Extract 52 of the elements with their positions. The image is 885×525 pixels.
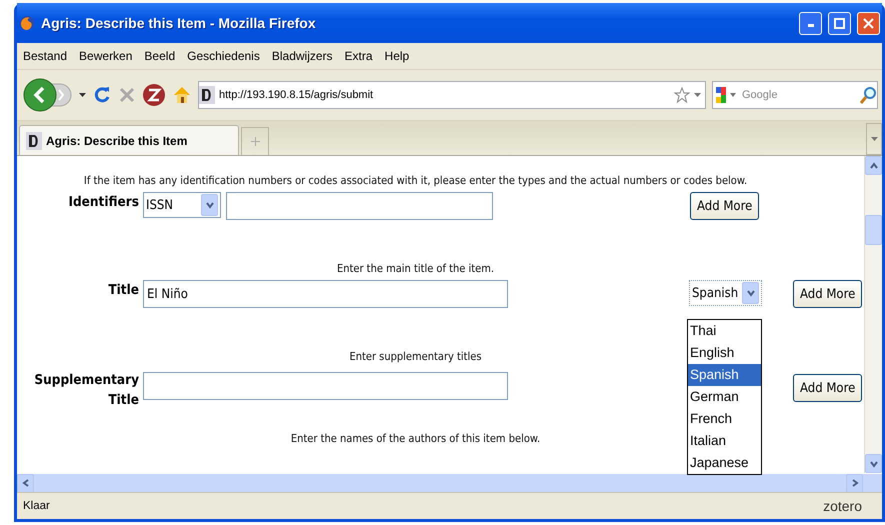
- instruction-text: Enter the main title of the item.: [336, 262, 494, 277]
- menu-item[interactable]: Geschiedenis: [187, 49, 260, 63]
- caret-icon: [870, 137, 878, 141]
- browser-tab[interactable]: Agris: Describe this Item: [19, 125, 239, 155]
- menu-item[interactable]: Bewerken: [79, 49, 132, 63]
- menu-item[interactable]: Help: [384, 49, 410, 63]
- instruction-text: Enter the names of the authors of this item below.: [290, 432, 540, 447]
- menu-item[interactable]: Extra: [344, 49, 373, 63]
- page-d-icon: [26, 132, 42, 150]
- z-icon[interactable]: [142, 83, 166, 107]
- field-label: Identifiers: [67, 193, 140, 212]
- status-text: Klaar: [23, 500, 50, 512]
- menu-item[interactable]: Beeld: [144, 49, 176, 63]
- browser-logo-icon: [19, 15, 35, 31]
- supplementary-title-input[interactable]: [143, 372, 508, 400]
- page-d-icon: [199, 86, 215, 104]
- identifier-type-select[interactable]: ISSN: [143, 192, 221, 218]
- dropdown-icon[interactable]: [694, 93, 701, 97]
- menu-item[interactable]: Bestand: [23, 49, 68, 63]
- field-label: Supplementary Title: [33, 371, 140, 410]
- back-button[interactable]: [23, 78, 73, 112]
- menu-item[interactable]: Bladwijzers: [272, 49, 333, 63]
- language-select[interactable]: Spanish: [689, 280, 762, 306]
- language-option[interactable]: Spanish: [688, 364, 761, 386]
- zotero-button[interactable]: zotero: [823, 498, 862, 514]
- title-input[interactable]: El Niño: [143, 280, 508, 308]
- field-label: Title: [107, 281, 140, 300]
- add-more-button[interactable]: Add More: [793, 280, 862, 308]
- add-more-button[interactable]: Add More: [690, 192, 760, 220]
- search-field[interactable]: Google: [712, 81, 878, 109]
- identifier-input[interactable]: [226, 192, 493, 220]
- search-engine-icon[interactable]: [713, 84, 739, 106]
- history-dropdown-icon[interactable]: [79, 93, 86, 97]
- instruction-text: Enter supplementary titles: [349, 350, 482, 365]
- add-more-button[interactable]: Add More: [793, 374, 862, 402]
- instruction-text: If the item has any identification numbers or codes associated with it, please enter the types and the actual numbers or codes below.: [84, 174, 748, 189]
- close-icon: [863, 18, 874, 28]
- tab-list-button[interactable]: [866, 123, 882, 155]
- maximize-button[interactable]: [828, 12, 851, 34]
- bookmark-star-icon[interactable]: [674, 87, 690, 103]
- reload-icon[interactable]: [92, 85, 112, 105]
- minimize-button[interactable]: [799, 12, 822, 34]
- language-dropdown-list[interactable]: Thai English Spanish German French Italian Japanese: [687, 319, 762, 475]
- close-button[interactable]: [857, 12, 880, 34]
- home-icon[interactable]: [172, 85, 192, 105]
- window-title: Agris: Describe this Item - Mozilla Firefox: [41, 15, 317, 31]
- maximize-icon: [834, 18, 845, 28]
- vertical-scrollbar[interactable]: [864, 156, 882, 473]
- search-icon[interactable]: [859, 86, 877, 104]
- scroll-thumb[interactable]: [865, 215, 882, 245]
- address-bar[interactable]: http://193.190.8.15/agris/submit: [198, 81, 706, 109]
- horizontal-scrollbar[interactable]: [17, 473, 882, 492]
